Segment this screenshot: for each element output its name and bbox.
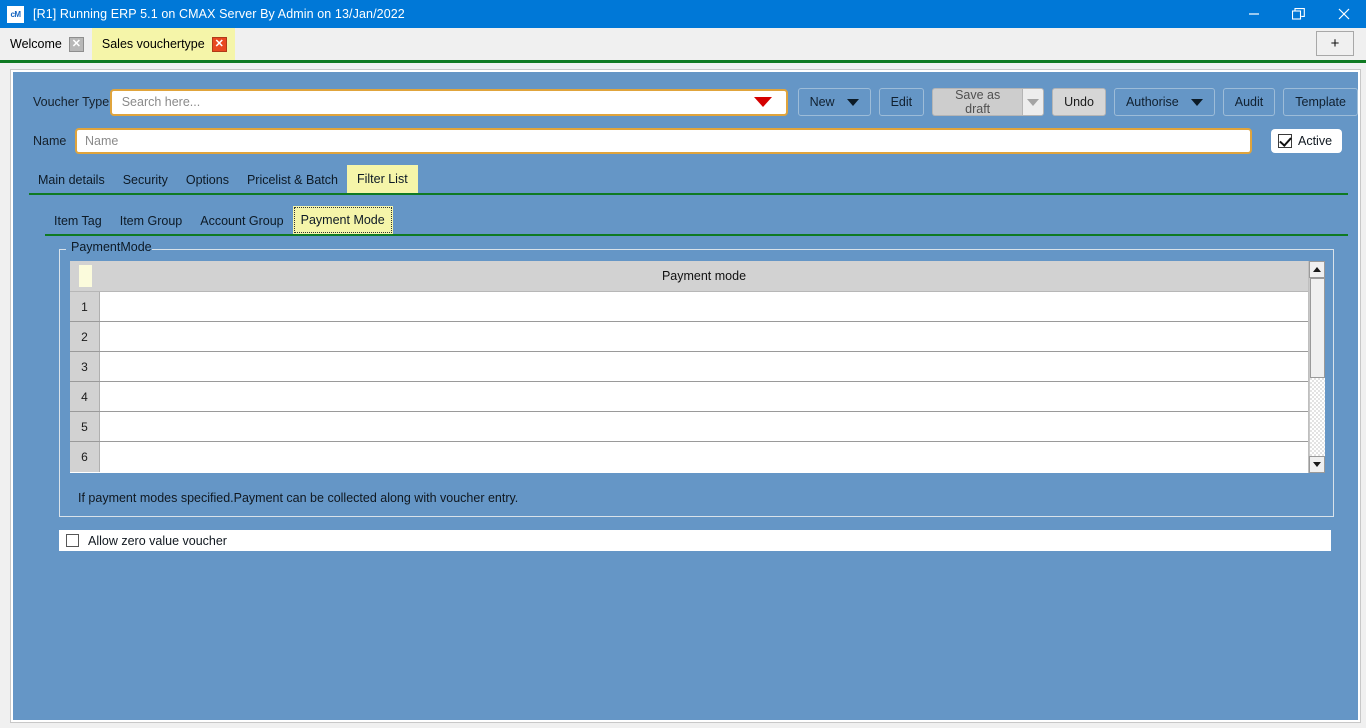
payment-mode-group: PaymentMode Payment mode 1 2 3 4 5 6 If … [59, 240, 1334, 517]
table-row[interactable]: 2 [70, 322, 1308, 352]
workspace: Voucher Type New Edit Save as draft [0, 63, 1366, 728]
voucher-type-search-input[interactable] [119, 90, 760, 114]
voucher-type-label: Voucher Type [33, 95, 110, 109]
column-header-payment-mode[interactable]: Payment mode [100, 269, 1308, 283]
sub-tab-bar: Item Tag Item Group Account Group Paymen… [45, 206, 1348, 236]
document-tab-strip: Welcome ✕ Sales vouchertype ✕ + [0, 28, 1366, 60]
chevron-down-icon [846, 98, 859, 106]
payment-mode-grid-body: Payment mode 1 2 3 4 5 6 [70, 261, 1308, 473]
tab-pricelist-and-batch[interactable]: Pricelist & Batch [238, 167, 347, 193]
close-icon[interactable]: ✕ [68, 36, 84, 52]
authorise-button-label: Authorise [1125, 95, 1179, 109]
template-button[interactable]: Template [1283, 88, 1358, 116]
authorise-button[interactable]: Authorise [1113, 88, 1215, 116]
close-icon[interactable] [1321, 0, 1366, 28]
minimize-icon[interactable] [1231, 0, 1276, 28]
chevron-down-icon[interactable] [753, 97, 772, 107]
voucher-type-panel: Voucher Type New Edit Save as draft [10, 69, 1361, 723]
row-number: 1 [70, 292, 100, 321]
window-controls [1231, 0, 1366, 28]
checkbox-icon[interactable] [66, 534, 79, 547]
save-as-draft-split: Save as draft [932, 88, 1045, 116]
payment-mode-hint: If payment modes specified.Payment can b… [78, 491, 519, 505]
voucher-type-search-wrap[interactable] [109, 88, 788, 116]
title-bar: cM [R1] Running ERP 5.1 on CMAX Server B… [0, 0, 1366, 28]
payment-mode-grid[interactable]: Payment mode 1 2 3 4 5 6 [70, 261, 1325, 473]
table-row[interactable]: 4 [70, 382, 1308, 412]
new-tab-button[interactable]: + [1316, 31, 1354, 56]
tab-security[interactable]: Security [114, 167, 177, 193]
active-checkbox[interactable]: Active [1271, 129, 1343, 153]
subtab-item-tag[interactable]: Item Tag [45, 208, 111, 234]
row-number: 2 [70, 322, 100, 351]
cell-payment-mode[interactable] [100, 292, 1308, 321]
new-button[interactable]: New [797, 88, 871, 116]
subtab-item-group[interactable]: Item Group [111, 208, 192, 234]
voucher-type-row: Voucher Type New Edit Save as draft [13, 72, 1358, 116]
row-number: 6 [70, 442, 100, 472]
name-input[interactable] [75, 128, 1252, 154]
tab-sales-vouchertype-label: Sales vouchertype [101, 37, 205, 51]
scroll-down-icon[interactable] [1309, 456, 1325, 473]
grid-select-all-cell[interactable] [70, 261, 100, 292]
app-icon: cM [7, 5, 24, 23]
payment-mode-group-legend: PaymentMode [68, 240, 155, 254]
chevron-down-icon [1190, 98, 1203, 106]
toolbar: New Edit Save as draft Undo Authorise Au… [797, 88, 1358, 116]
new-button-label: New [809, 95, 835, 109]
restore-icon[interactable] [1276, 0, 1321, 28]
name-label: Name [33, 134, 67, 148]
close-icon[interactable]: ✕ [211, 36, 227, 52]
tab-sales-vouchertype[interactable]: Sales vouchertype ✕ [91, 28, 235, 60]
table-row[interactable]: 5 [70, 412, 1308, 442]
row-number: 5 [70, 412, 100, 441]
cell-payment-mode[interactable] [100, 352, 1308, 381]
active-label: Active [1298, 134, 1333, 148]
main-tab-bar: Main details Security Options Pricelist … [29, 165, 1348, 195]
scroll-up-icon[interactable] [1309, 261, 1325, 278]
allow-zero-value-voucher-label: Allow zero value voucher [88, 533, 227, 548]
row-number: 4 [70, 382, 100, 411]
tab-welcome[interactable]: Welcome ✕ [0, 28, 92, 60]
cell-payment-mode[interactable] [100, 442, 1308, 472]
tab-welcome-label: Welcome [10, 37, 62, 51]
save-as-draft-button[interactable]: Save as draft [932, 88, 1023, 116]
new-tab-wrap: + [1316, 31, 1354, 56]
tab-filter-list[interactable]: Filter List [346, 165, 418, 193]
row-number: 3 [70, 352, 100, 381]
allow-zero-value-voucher-row[interactable]: Allow zero value voucher [59, 530, 1331, 551]
save-as-draft-dropdown-button[interactable] [1022, 88, 1045, 116]
grid-vertical-scrollbar[interactable] [1308, 261, 1325, 473]
tab-main-details[interactable]: Main details [29, 167, 114, 193]
cell-payment-mode[interactable] [100, 322, 1308, 351]
audit-button[interactable]: Audit [1222, 88, 1276, 116]
table-row[interactable]: 6 [70, 442, 1308, 472]
cell-payment-mode[interactable] [100, 382, 1308, 411]
cell-payment-mode[interactable] [100, 412, 1308, 441]
triangle-up-icon [1313, 267, 1321, 272]
subtab-payment-mode[interactable]: Payment Mode [292, 206, 393, 234]
grid-corner-marker [78, 265, 92, 287]
edit-button[interactable]: Edit [878, 88, 925, 116]
window-title: [R1] Running ERP 5.1 on CMAX Server By A… [33, 7, 405, 21]
scrollbar-thumb[interactable] [1310, 278, 1325, 378]
tab-options[interactable]: Options [177, 167, 238, 193]
table-row[interactable]: 1 [70, 292, 1308, 322]
triangle-down-icon [1313, 462, 1321, 467]
name-row: Name Active [13, 116, 1358, 154]
subtab-account-group[interactable]: Account Group [191, 208, 292, 234]
undo-button[interactable]: Undo [1052, 88, 1106, 116]
table-row[interactable]: 3 [70, 352, 1308, 382]
scrollbar-track[interactable] [1309, 278, 1325, 456]
checkbox-icon[interactable] [1278, 134, 1292, 148]
grid-header-row: Payment mode [70, 261, 1308, 292]
chevron-down-icon [1027, 98, 1040, 106]
